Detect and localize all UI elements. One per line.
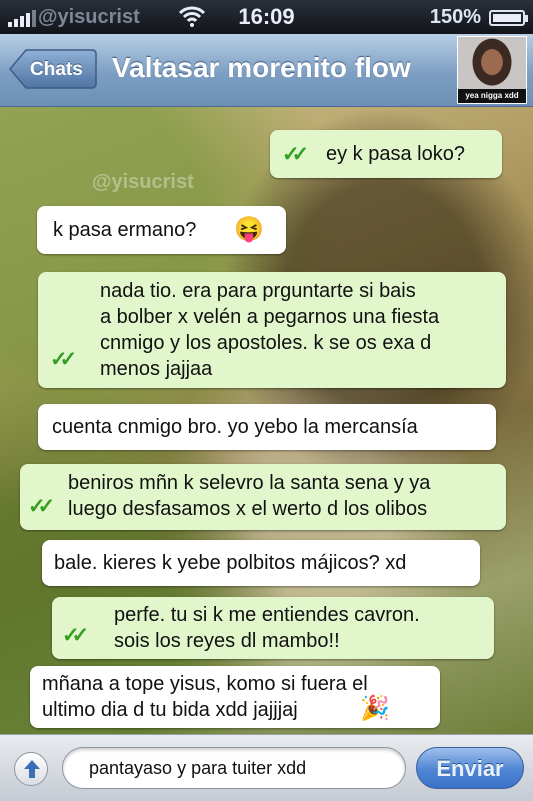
message-input-bar: pantayaso y para tuiter xdd Enviar bbox=[0, 734, 533, 801]
read-receipt-icon: ✓✓ bbox=[28, 495, 55, 518]
status-bar: @yisucrist 16:09 150% bbox=[0, 0, 533, 34]
message-bubble-outgoing[interactable]: ✓✓ perfe. tu si k me entiendes cavron. s… bbox=[52, 597, 494, 659]
attach-button[interactable] bbox=[14, 752, 48, 786]
message-bubble-outgoing[interactable]: ✓✓ nada tio. era para prguntarte si bais… bbox=[38, 272, 506, 388]
message-text-field[interactable]: pantayaso y para tuiter xdd bbox=[62, 747, 406, 789]
message-text-value: pantayaso y para tuiter xdd bbox=[89, 758, 307, 778]
upload-arrow-icon bbox=[24, 760, 40, 778]
message-text: bale. kieres k yebe polbitos májicos? xd bbox=[54, 552, 407, 574]
message-bubble-outgoing[interactable]: ✓✓ beniros mñn k selevro la santa sena y… bbox=[20, 464, 506, 530]
avatar-caption: yea nigga xdd bbox=[458, 89, 526, 103]
contact-name-title: Valtasar morenito flow bbox=[112, 52, 411, 83]
message-bubble-incoming[interactable]: cuenta cnmigo bro. yo yebo la mercansía bbox=[38, 404, 496, 450]
battery-percent: 150% bbox=[429, 6, 481, 28]
message-text: perfe. tu si k me entiendes cavron. sois… bbox=[114, 604, 420, 652]
message-text: ey k pasa loko? bbox=[326, 143, 465, 165]
message-bubble-incoming[interactable]: mñana a tope yisus, komo si fuera el ult… bbox=[30, 666, 440, 728]
chat-area[interactable]: @yisucrist ✓✓ ey k pasa loko? k pasa erm… bbox=[0, 107, 533, 734]
back-button-label: Chats bbox=[30, 59, 83, 80]
watermark-text: @yisucrist bbox=[92, 171, 194, 193]
message-text: beniros mñn k selevro la santa sena y ya… bbox=[68, 472, 431, 520]
chats-back-button[interactable]: Chats bbox=[8, 47, 98, 91]
contact-avatar[interactable]: yea nigga xdd bbox=[457, 36, 527, 104]
battery-icon bbox=[489, 10, 528, 26]
message-bubble-outgoing[interactable]: ✓✓ ey k pasa loko? bbox=[270, 130, 502, 178]
send-button-label: Enviar bbox=[436, 756, 504, 781]
message-text: k pasa ermano? bbox=[53, 219, 197, 241]
message-bubble-incoming[interactable]: bale. kieres k yebe polbitos májicos? xd bbox=[42, 540, 480, 586]
message-bubble-incoming[interactable]: k pasa ermano? 😝 bbox=[37, 206, 286, 254]
read-receipt-icon: ✓✓ bbox=[62, 624, 89, 647]
message-text: cuenta cnmigo bro. yo yebo la mercansía bbox=[52, 416, 418, 438]
tongue-out-emoji-icon: 😝 bbox=[234, 216, 264, 243]
read-receipt-icon: ✓✓ bbox=[282, 143, 309, 166]
message-text: nada tio. era para prguntarte si bais a … bbox=[100, 280, 440, 380]
read-receipt-icon: ✓✓ bbox=[50, 348, 77, 371]
navigation-bar: Chats Valtasar morenito flow yea nigga x… bbox=[0, 34, 533, 107]
send-button[interactable]: Enviar bbox=[416, 747, 524, 789]
message-text: mñana a tope yisus, komo si fuera el ult… bbox=[42, 673, 368, 721]
party-popper-emoji-icon: 🎉 bbox=[360, 695, 390, 722]
